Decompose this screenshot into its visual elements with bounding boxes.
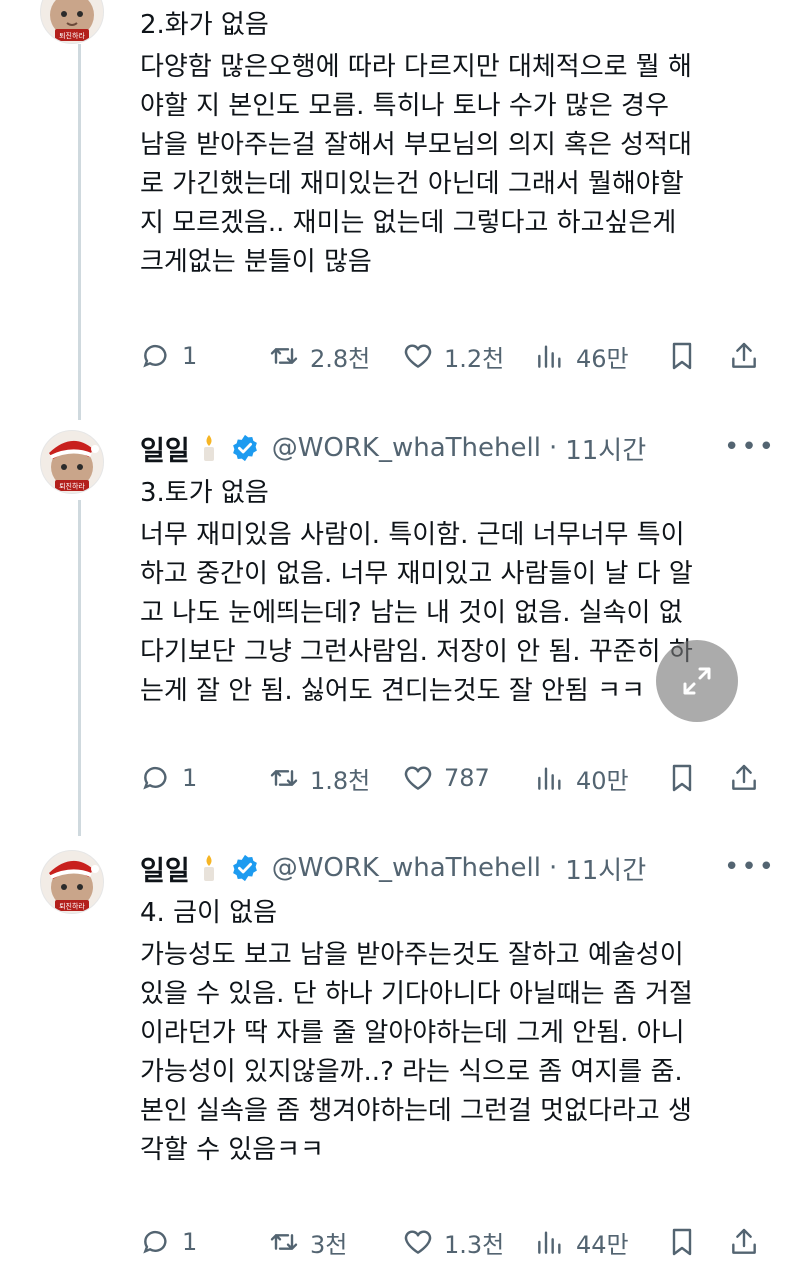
- like-button[interactable]: 1.2천: [402, 336, 504, 376]
- tweet-text-line: 3.토가 없음: [140, 478, 269, 508]
- like-count: 1.2천: [444, 344, 505, 373]
- retweet-button[interactable]: 3천: [268, 1222, 347, 1262]
- reply-icon: [143, 1230, 167, 1254]
- tweet-text-line: 가능성이 있지않을까..? 라는 식으로 좀 여지를 줌.: [140, 1057, 683, 1087]
- expand-arrows-icon: [683, 667, 711, 695]
- tweet-time[interactable]: 11시간: [565, 850, 646, 887]
- retweet-icon: [270, 348, 298, 364]
- views-button[interactable]: 46만: [534, 336, 629, 376]
- svg-text:퇴진하라: 퇴진하라: [59, 482, 85, 491]
- avatar[interactable]: 퇴진하라: [40, 430, 104, 494]
- share-icon: [732, 342, 756, 368]
- author-handle[interactable]: @WORK_whaThehell: [272, 853, 541, 883]
- retweet-count: 3천: [310, 1230, 348, 1259]
- bookmark-icon: [672, 1228, 692, 1256]
- tweet-text-line: 각할 수 있음ㅋㅋ: [140, 1135, 324, 1165]
- retweet-button[interactable]: 1.8천: [268, 758, 370, 798]
- tweet-text-line: 야할 지 본인도 모름. 특히나 토나 수가 많은 경우: [140, 91, 669, 121]
- bookmark-button[interactable]: [666, 1222, 698, 1262]
- retweet-icon: [270, 1234, 298, 1250]
- svg-text:퇴진하라: 퇴진하라: [59, 902, 85, 911]
- separator-dot: ·: [548, 853, 558, 883]
- heart-icon: [404, 766, 432, 790]
- candle-icon: [198, 433, 220, 463]
- reply-icon: [143, 344, 167, 368]
- reply-button[interactable]: 1: [140, 758, 197, 798]
- retweet-button[interactable]: 2.8천: [268, 336, 370, 376]
- author-name[interactable]: 일일: [140, 849, 190, 888]
- bookmark-icon: [672, 342, 692, 370]
- tweet-header: 일일 @WORK_whaThehell · 11시간: [140, 428, 646, 468]
- tweet-text-line: 다양함 많은오행에 따라 다르지만 대체적으로 뭘 해: [140, 52, 692, 82]
- avatar[interactable]: 퇴진하라: [40, 850, 104, 914]
- author-handle[interactable]: @WORK_whaThehell: [272, 433, 541, 463]
- svg-text:퇴진하라: 퇴진하라: [59, 31, 85, 40]
- action-bar: 1 3천 1.3천 44만: [140, 1222, 770, 1262]
- more-options-button[interactable]: •••: [724, 852, 776, 882]
- avatar[interactable]: 퇴진하라: [40, 0, 104, 44]
- tweet-text: 2.화가 없음 다양함 많은오행에 따라 다르지만 대체적으로 뭘 해 야할 지…: [140, 6, 780, 282]
- views-button[interactable]: 40만: [534, 758, 629, 798]
- separator-dot: ·: [548, 433, 558, 463]
- tweet-text-line: 이라던가 딱 자를 줄 알아야하는데 그게 안됨. 아니: [140, 1018, 685, 1048]
- tweet-text-line: 고 나도 눈에띄는데? 남는 내 것이 없음. 실속이 없: [140, 598, 683, 628]
- tweet-header: 일일 @WORK_whaThehell · 11시간: [140, 848, 646, 888]
- tweet-text-line: 4. 금이 없음: [140, 898, 278, 928]
- author-name[interactable]: 일일: [140, 429, 190, 468]
- like-button[interactable]: 787: [402, 758, 490, 798]
- bookmark-icon: [672, 764, 692, 792]
- reply-count: 1: [182, 342, 198, 370]
- thread-line: [78, 44, 81, 420]
- like-button[interactable]: 1.3천: [402, 1222, 504, 1262]
- tweet-text-line: 너무 재미있음 사람이. 특이함. 근데 너무너무 특이: [140, 520, 685, 550]
- tweet-text-line: 하고 중간이 없음. 너무 재미있고 사람들이 날 다 알: [140, 559, 693, 589]
- tweet-text: 4. 금이 없음 가능성도 보고 남을 받아주는것도 잘하고 예술성이 있을 수…: [140, 894, 780, 1170]
- tweet-text-line: 로 가긴했는데 재미있는건 아닌데 그래서 뭘해야할: [140, 169, 684, 199]
- views-count: 44만: [576, 1230, 629, 1259]
- more-options-button[interactable]: •••: [724, 432, 776, 462]
- tweet-time[interactable]: 11시간: [565, 430, 646, 467]
- reply-count: 1: [182, 764, 198, 792]
- verified-badge-icon: [230, 433, 260, 463]
- views-count: 46만: [576, 344, 629, 373]
- tweet-text-line: 가능성도 보고 남을 받아주는것도 잘하고 예술성이: [140, 940, 684, 970]
- reply-icon: [143, 766, 167, 790]
- tweet-text-line: 지 모르겠음.. 재미는 없는데 그렇다고 하고싶은게: [140, 208, 677, 238]
- share-button[interactable]: [728, 336, 760, 376]
- expand-overlay-button[interactable]: [656, 640, 738, 722]
- retweet-icon: [270, 770, 298, 786]
- reply-button[interactable]: 1: [140, 336, 197, 376]
- views-icon: [538, 1231, 561, 1254]
- views-count: 40만: [576, 766, 629, 795]
- views-button[interactable]: 44만: [534, 1222, 629, 1262]
- share-button[interactable]: [728, 758, 760, 798]
- retweet-count: 2.8천: [310, 344, 371, 373]
- like-count: 1.3천: [444, 1230, 505, 1259]
- reply-button[interactable]: 1: [140, 1222, 197, 1262]
- bookmark-button[interactable]: [666, 758, 698, 798]
- action-bar: 1 2.8천 1.2천 46만: [140, 336, 770, 376]
- tweet-text-line: 2.화가 없음: [140, 10, 269, 40]
- views-icon: [538, 345, 561, 368]
- views-icon: [538, 767, 561, 790]
- heart-icon: [404, 344, 432, 368]
- reply-count: 1: [182, 1228, 198, 1256]
- candle-icon: [198, 853, 220, 883]
- tweet-text-line: 본인 실속을 좀 챙겨야하는데 그런걸 멋없다라고 생: [140, 1096, 692, 1126]
- thread-line: [78, 500, 81, 836]
- bookmark-button[interactable]: [666, 336, 698, 376]
- like-count: 787: [444, 764, 490, 792]
- tweet-text-line: 있을 수 있음. 단 하나 기다아니다 아닐때는 좀 거절: [140, 979, 693, 1009]
- heart-icon: [404, 1230, 432, 1254]
- share-icon: [732, 1228, 756, 1254]
- share-icon: [732, 764, 756, 790]
- tweet-text-line: 남을 받아주는걸 잘해서 부모님의 의지 혹은 성적대: [140, 130, 692, 160]
- action-bar: 1 1.8천 787 40만: [140, 758, 770, 798]
- retweet-count: 1.8천: [310, 766, 371, 795]
- share-button[interactable]: [728, 1222, 760, 1262]
- tweet-text-line: 크게없는 분들이 많음: [140, 247, 372, 277]
- verified-badge-icon: [230, 853, 260, 883]
